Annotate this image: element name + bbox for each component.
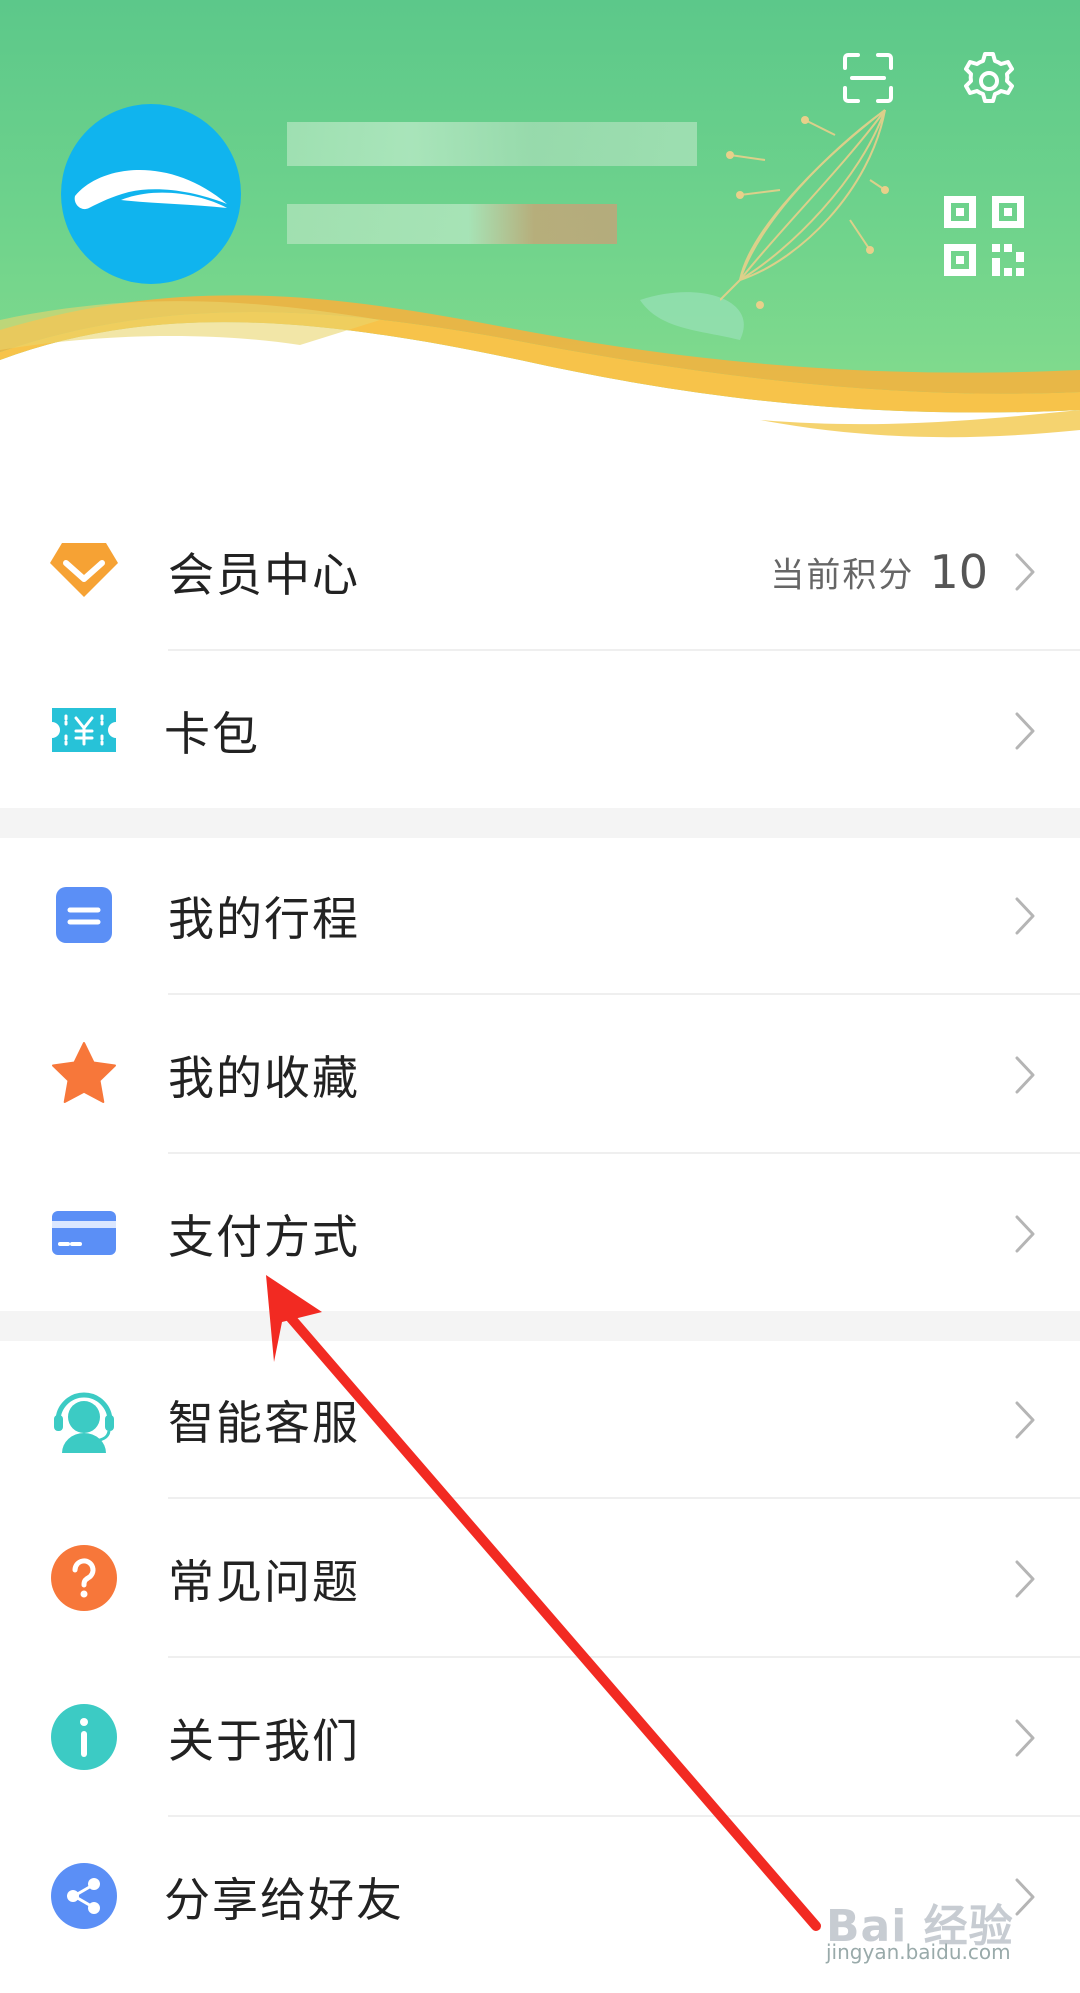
list-item-payment-method[interactable]: 支付方式 bbox=[0, 1154, 1080, 1313]
points-label: 当前积分 bbox=[770, 555, 915, 595]
itinerary-icon bbox=[56, 887, 112, 943]
chevron-right-icon bbox=[1015, 1401, 1035, 1438]
list-item-about-us[interactable]: 关于我们 bbox=[0, 1658, 1080, 1817]
points-info: 当前积分 10 bbox=[770, 545, 988, 599]
list-item-label: 分享给好友 bbox=[164, 1872, 404, 1927]
chevron-right-icon bbox=[1015, 897, 1035, 934]
diamond-icon bbox=[50, 543, 118, 597]
watermark-url: jingyan.baidu.com bbox=[826, 1940, 1011, 1964]
section-gap bbox=[0, 808, 1080, 838]
user-id-redacted bbox=[287, 204, 617, 244]
user-name-redacted bbox=[287, 122, 697, 166]
list-item-my-itinerary[interactable]: 我的行程 bbox=[0, 836, 1080, 995]
qr-code-icon[interactable] bbox=[944, 196, 1024, 276]
chevron-right-icon bbox=[1015, 1878, 1035, 1915]
app-logo-icon bbox=[74, 170, 227, 210]
leaf-decoration bbox=[720, 109, 889, 309]
ticket-icon bbox=[52, 708, 116, 752]
list-item-label: 我的收藏 bbox=[168, 1050, 360, 1105]
list-item-label: 关于我们 bbox=[168, 1713, 360, 1768]
list-item-my-favorites[interactable]: 我的收藏 bbox=[0, 995, 1080, 1154]
list-item-card-wallet[interactable]: 卡包 bbox=[0, 651, 1080, 810]
avatar[interactable] bbox=[61, 104, 241, 284]
list-item-label: 支付方式 bbox=[168, 1209, 360, 1264]
scan-icon[interactable] bbox=[842, 52, 894, 104]
profile-header bbox=[0, 0, 1080, 500]
chevron-right-icon bbox=[1015, 1215, 1035, 1252]
list-item-label: 智能客服 bbox=[168, 1395, 360, 1450]
list-item-label: 我的行程 bbox=[168, 891, 360, 946]
list-item-label: 会员中心 bbox=[168, 547, 360, 602]
headset-icon bbox=[54, 1392, 114, 1453]
chevron-right-icon bbox=[1015, 553, 1035, 590]
share-icon bbox=[51, 1863, 117, 1929]
points-value: 10 bbox=[929, 544, 988, 599]
chevron-right-icon bbox=[1015, 712, 1035, 749]
section-gap bbox=[0, 1311, 1080, 1341]
list-item-member-center[interactable]: 会员中心 当前积分 10 bbox=[0, 492, 1080, 651]
list-item-label: 卡包 bbox=[164, 706, 260, 761]
question-icon bbox=[51, 1545, 117, 1611]
info-icon bbox=[51, 1704, 117, 1770]
star-icon bbox=[52, 1042, 116, 1103]
chevron-right-icon bbox=[1015, 1560, 1035, 1597]
list-item-label: 常见问题 bbox=[168, 1554, 360, 1609]
chevron-right-icon bbox=[1015, 1719, 1035, 1756]
card-icon bbox=[52, 1211, 116, 1255]
gear-icon[interactable] bbox=[958, 50, 1020, 112]
list-item-customer-service[interactable]: 智能客服 bbox=[0, 1340, 1080, 1499]
chevron-right-icon bbox=[1015, 1056, 1035, 1093]
list-item-faq[interactable]: 常见问题 bbox=[0, 1499, 1080, 1658]
